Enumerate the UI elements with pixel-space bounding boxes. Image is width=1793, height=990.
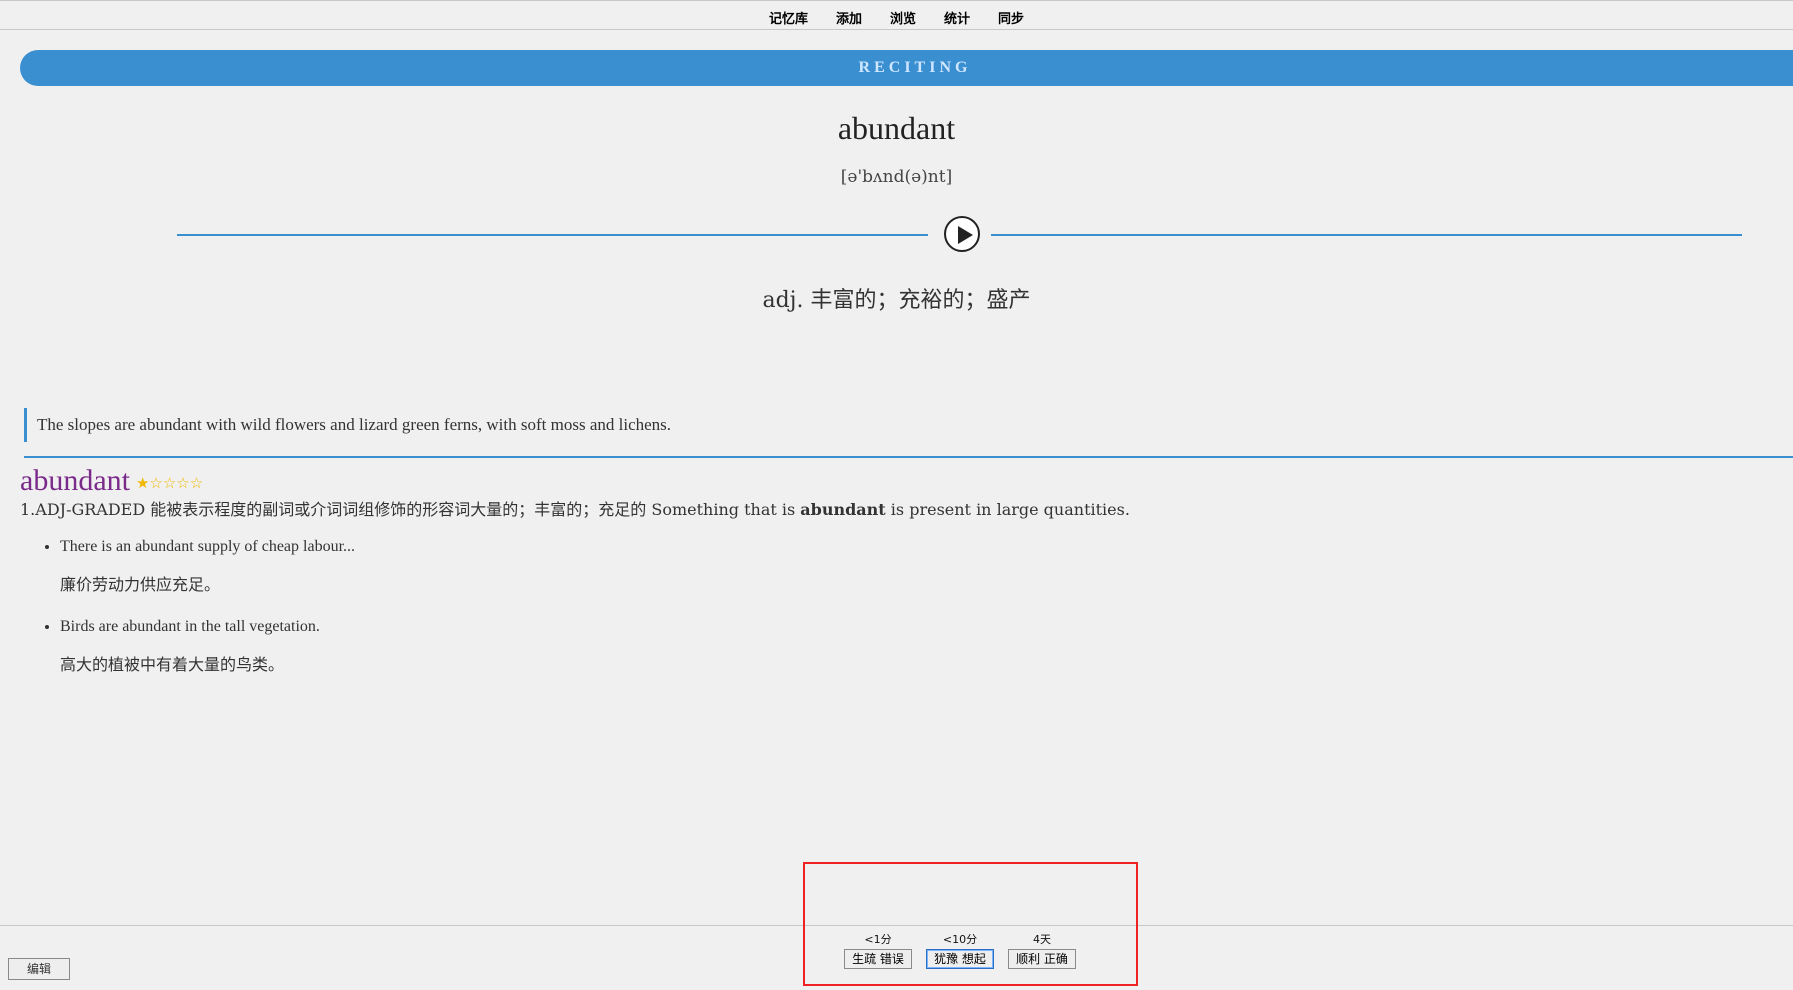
play-icon [958, 226, 973, 244]
top-toolbar: 记忆库 添加 浏览 统计 同步 [0, 0, 1793, 30]
highlight-box [803, 862, 1138, 986]
sense-suffix: is present in large quantities. [885, 500, 1130, 519]
toolbar-link-add[interactable]: 添加 [836, 8, 862, 27]
edit-button[interactable]: 编辑 [8, 958, 70, 980]
divider-right [991, 234, 1742, 236]
example-list: There is an abundant supply of cheap lab… [40, 535, 355, 695]
example-cn: 廉价劳动力供应充足。 [60, 575, 221, 594]
reciting-banner: RECITING [20, 50, 1793, 86]
card-word: abundant [837, 110, 956, 146]
example-cn: 高大的植被中有着大量的鸟类。 [60, 655, 285, 674]
toolbar-link-sync[interactable]: 同步 [998, 8, 1024, 27]
sense-bold-word: abundant [800, 500, 886, 519]
toolbar-link-browse[interactable]: 浏览 [890, 8, 916, 27]
review-card: RECITING abundant [ə'bʌnd(ə)nt] adj. 丰富的… [0, 30, 1793, 925]
example-quote: The slopes are abundant with wild flower… [24, 408, 1790, 442]
sense-prefix: 1.ADJ-GRADED 能被表示程度的副词或介词词组修饰的形容词大量的；丰富的… [20, 500, 801, 519]
list-item: Birds are abundant in the tall vegetatio… [60, 615, 355, 695]
divider-full [24, 456, 1793, 458]
play-audio-button[interactable] [944, 216, 980, 252]
list-item: There is an abundant supply of cheap lab… [60, 535, 355, 615]
dict-header: abundant ★☆☆☆☆ [20, 464, 203, 498]
toolbar-links: 记忆库 添加 浏览 统计 同步 [769, 8, 1024, 27]
toolbar-link-stats[interactable]: 统计 [944, 8, 970, 27]
divider-left [177, 234, 928, 236]
dict-headword: abundant [20, 464, 130, 497]
example-en: There is an abundant supply of cheap lab… [60, 538, 356, 555]
dict-sense: 1.ADJ-GRADED 能被表示程度的副词或介词词组修饰的形容词大量的；丰富的… [20, 496, 1780, 520]
example-en: Birds are abundant in the tall vegetatio… [60, 618, 320, 635]
frequency-stars: ★☆☆☆☆ [135, 476, 204, 492]
card-phonetic: [ə'bʌnd(ə)nt] [840, 167, 953, 187]
card-meaning: adj. 丰富的；充裕的；盛产 [762, 288, 1031, 313]
toolbar-link-decks[interactable]: 记忆库 [769, 8, 808, 27]
